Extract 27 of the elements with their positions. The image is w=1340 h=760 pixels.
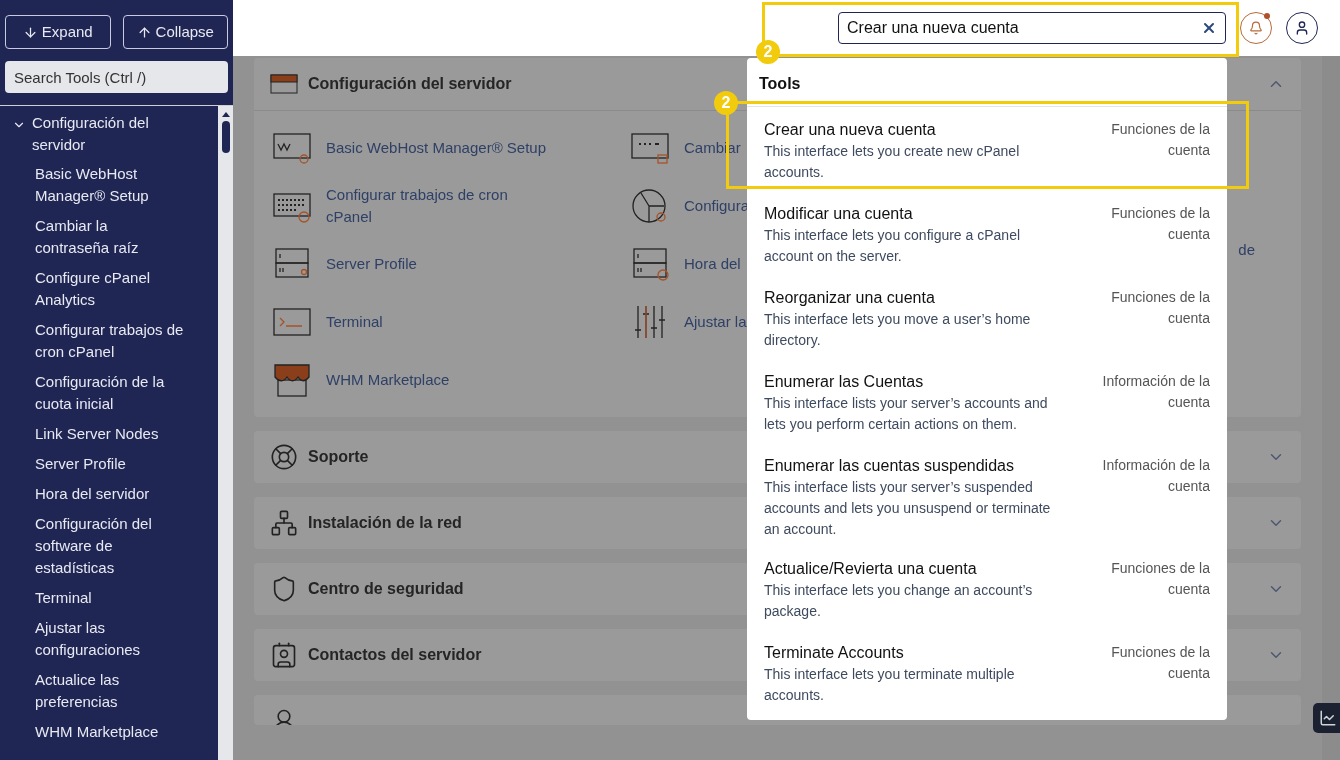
result-category: Funciones de la cuenta (1110, 643, 1210, 683)
result-category: Funciones de la cuenta (1110, 120, 1210, 160)
result-description: This interface lists your server’s suspended accounts and lets you unsuspend or terminate an account. (764, 478, 1052, 539)
section-title: Configuración del servidor (308, 74, 512, 94)
result-description: This interface lets you terminate multiple accounts. (764, 665, 1016, 705)
result-title: Crear una nueva cuenta (764, 120, 937, 140)
result-description: This interface lets you configure a cPanel account on the server. (764, 226, 1022, 266)
result-title: Terminate Accounts (764, 643, 905, 663)
result-title: Enumerar las cuentas suspendidas (764, 456, 1015, 476)
result-category: Funciones de la cuenta (1110, 559, 1210, 599)
result-category: Información de la cuenta (1101, 456, 1210, 496)
result-title: Reorganizar una cuenta (764, 288, 936, 308)
section-title: Contactos del servidor (308, 645, 482, 665)
result-title: Enumerar las Cuentas (764, 372, 925, 392)
section-title: Instalación de la red (308, 513, 462, 533)
result-title: Actualice/Revierta una cuenta (764, 559, 978, 579)
result-description: This interface lets you change an account’s package. (764, 581, 1034, 621)
result-category: Funciones de la cuenta (1110, 204, 1210, 244)
result-description: This interface lists your server’s accounts and lets you perform certain actions on them. (764, 394, 1049, 434)
result-category: Funciones de la cuenta (1110, 288, 1210, 328)
result-description: This interface lets you create new cPanel accounts. (764, 142, 1021, 182)
section-title: Centro de seguridad (308, 579, 464, 599)
dropdown-heading: Tools (759, 75, 801, 92)
result-title: Modificar una cuenta (764, 204, 914, 224)
section-title: Soporte (308, 447, 369, 467)
result-description: This interface lets you move a user’s home directory. (764, 310, 1032, 350)
result-category: Información de la cuenta (1101, 372, 1210, 412)
